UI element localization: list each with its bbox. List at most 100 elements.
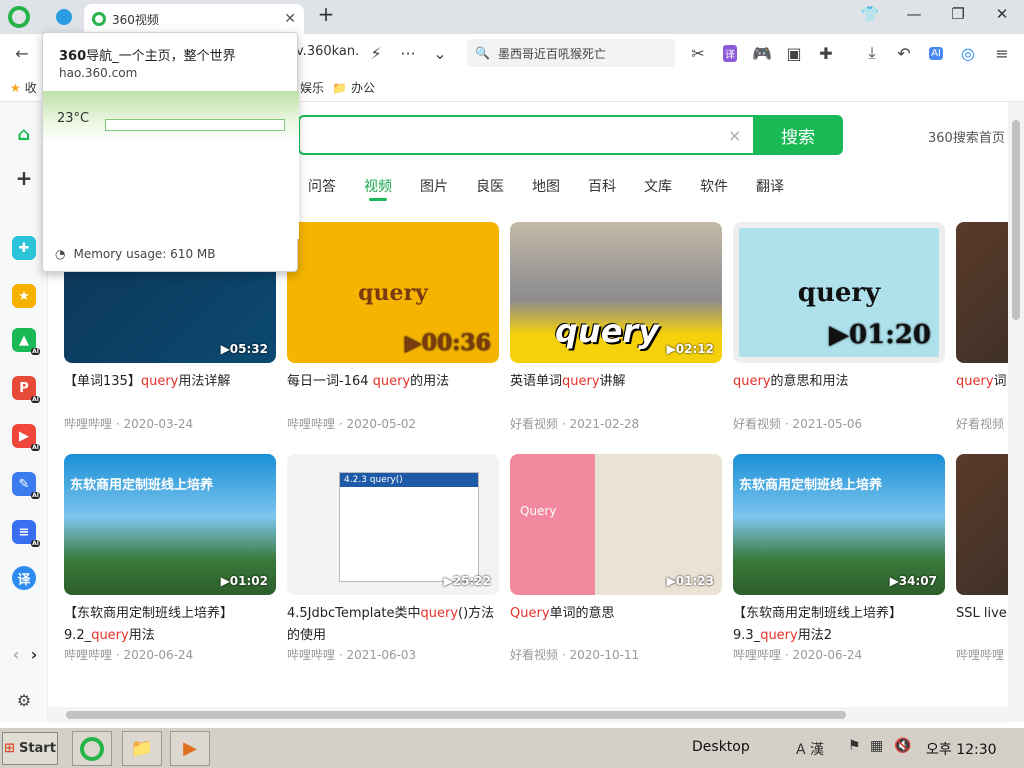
home-icon[interactable]: ⌂ xyxy=(12,122,36,146)
write-ai-icon[interactable]: ✎ AI xyxy=(12,472,40,499)
translate-sidebar-icon[interactable]: 译 xyxy=(12,566,36,590)
new-tab-button[interactable]: + xyxy=(312,2,340,26)
tab-map[interactable]: 地图 xyxy=(532,176,560,196)
sync-icon[interactable]: ◎ xyxy=(956,41,980,65)
video-card[interactable]: query ▶02:12 英语单词query讲解 xyxy=(510,222,722,393)
settings-icon[interactable]: ⚙ xyxy=(12,688,36,712)
video-card[interactable]: 4.2.3 query() ▶25:22 4.5JdbcTemplate类中qu… xyxy=(287,454,499,647)
video-thumbnail[interactable] xyxy=(956,222,1008,363)
translate-icon[interactable]: 译 xyxy=(718,41,742,65)
video-title[interactable]: 4.5JdbcTemplate类中query()方法的使用 xyxy=(287,603,499,647)
telegram-icon[interactable] xyxy=(56,9,72,25)
lightning-icon[interactable]: ⚡ xyxy=(364,41,388,65)
bookmark-entertainment[interactable]: 娱乐 xyxy=(300,79,324,96)
ime-indicator[interactable]: A 漢 xyxy=(796,739,824,759)
video-card[interactable]: query ▶00:36 每日一词-164 query的用法 xyxy=(287,222,499,393)
search-home-link[interactable]: 360搜索首页 xyxy=(928,127,1005,146)
close-window-button[interactable]: ✕ xyxy=(988,5,1016,27)
bookmark-favorites[interactable]: ★ 收 xyxy=(10,79,37,96)
chevron-down-icon[interactable]: ⌄ xyxy=(428,41,452,65)
restore-button[interactable]: ❐ xyxy=(944,5,972,27)
tab-software[interactable]: 软件 xyxy=(700,176,728,196)
ai-icon[interactable]: AI xyxy=(924,41,948,65)
video-title[interactable]: 【东软商用定制班线上培养】 9.2_query用法 xyxy=(64,603,276,647)
video-duration: ▶01:02 xyxy=(220,574,268,588)
tab-360-video[interactable]: 360视频 ✕ xyxy=(84,4,304,34)
bookmark-office[interactable]: 📁 办公 xyxy=(332,79,375,96)
vertical-scrollbar[interactable] xyxy=(1008,102,1024,722)
more-icon[interactable]: ··· xyxy=(396,41,420,65)
video-card[interactable]: Query ▶01:23 Query单词的意思 xyxy=(510,454,722,625)
minimize-button[interactable]: — xyxy=(900,5,928,27)
video-thumbnail[interactable]: 东软商用定制班线上培养 ▶34:07 xyxy=(733,454,945,595)
video-ai-icon[interactable]: ▶ AI xyxy=(12,424,40,451)
image-ai-icon[interactable]: ▲ AI xyxy=(12,328,40,355)
video-card[interactable]: 东软商用定制班线上培养 ▶01:02 【东软商用定制班线上培养】 9.2_quer… xyxy=(64,454,276,647)
favorites-star-icon[interactable]: ★ xyxy=(12,284,36,308)
health-icon[interactable]: ✚ xyxy=(12,236,36,260)
tab-doctor[interactable]: 良医 xyxy=(476,176,504,196)
extensions-icon[interactable]: ✚ xyxy=(814,41,838,65)
tab-close-icon[interactable]: ✕ xyxy=(284,11,296,27)
start-button[interactable]: ⊞ Start xyxy=(2,732,58,765)
doc-ai-icon[interactable]: ≡ AI xyxy=(12,520,40,547)
search-button[interactable]: 搜索 xyxy=(753,115,843,155)
taskbar-media[interactable]: ▶ xyxy=(170,731,210,766)
video-meta: 好看视频 xyxy=(956,417,1005,431)
video-title[interactable]: SSL live xyxy=(956,603,1008,625)
clear-icon[interactable]: × xyxy=(728,126,741,145)
video-title[interactable]: 【东软商用定制班线上培养】 9.3_query用法2 xyxy=(733,603,945,647)
video-title[interactable]: 英语单词query讲解 xyxy=(510,371,722,393)
video-thumbnail[interactable]: Query ▶01:23 xyxy=(510,454,722,595)
add-icon[interactable]: + xyxy=(12,166,36,190)
video-thumbnail[interactable]: query ▶00:36 xyxy=(287,222,499,363)
game-icon[interactable]: 🎮 xyxy=(750,41,774,65)
pocket-icon[interactable]: ▣ xyxy=(782,41,806,65)
taskbar-explorer[interactable]: 📁 xyxy=(122,731,162,766)
video-title[interactable]: 每日一词-164 query的用法 xyxy=(287,371,499,393)
taskbar-browser[interactable] xyxy=(72,731,112,766)
tab-translate[interactable]: 翻译 xyxy=(756,176,784,196)
video-card[interactable]: 东软商用定制班线上培养 ▶34:07 【东软商用定制班线上培养】 9.3_quer… xyxy=(733,454,945,647)
scissors-icon[interactable]: ✂ xyxy=(686,41,710,65)
video-title[interactable]: 【单词135】query用法详解 xyxy=(64,371,276,393)
video-title[interactable]: query的意思和用法 xyxy=(733,371,945,393)
video-title[interactable]: Query单词的意思 xyxy=(510,603,722,625)
scrollbar-thumb[interactable] xyxy=(66,711,846,719)
desktop-toolbar-label[interactable]: Desktop xyxy=(692,739,750,755)
menu-icon[interactable]: ≡ xyxy=(990,41,1014,65)
pdf-ai-icon[interactable]: P AI xyxy=(12,376,40,403)
tab-qa[interactable]: 问答 xyxy=(308,176,336,196)
volume-muted-icon[interactable]: 🔇 xyxy=(894,738,911,754)
tab-video[interactable]: 视频 xyxy=(364,176,392,196)
folder-icon: 📁 xyxy=(332,80,347,95)
video-card[interactable]: query词... xyxy=(956,222,1008,393)
search-input[interactable]: 🔍 墨西哥近百吼猴死亡 xyxy=(467,39,675,67)
address-bar-text[interactable]: v.360kan. xyxy=(296,44,359,59)
browser-logo-icon[interactable] xyxy=(8,6,30,28)
clock[interactable]: 오후 12:30 xyxy=(926,739,997,759)
tab-baike[interactable]: 百科 xyxy=(588,176,616,196)
undo-icon[interactable]: ↶ xyxy=(892,41,916,65)
video-thumbnail[interactable]: 4.2.3 query() ▶25:22 xyxy=(287,454,499,595)
video-thumbnail[interactable]: query ▶02:12 xyxy=(510,222,722,363)
video-duration: ▶05:32 xyxy=(220,342,268,356)
flag-icon[interactable]: ⚑ xyxy=(848,738,861,754)
video-title[interactable]: query词... xyxy=(956,371,1008,393)
network-icon[interactable]: ▦ xyxy=(870,738,883,754)
horizontal-scrollbar[interactable] xyxy=(48,707,1008,723)
download-icon[interactable]: ⤓ xyxy=(860,41,884,65)
tab-wenku[interactable]: 文库 xyxy=(644,176,672,196)
video-duration: ▶00:36 xyxy=(404,330,491,356)
video-card[interactable]: SSL live xyxy=(956,454,1008,625)
back-button[interactable]: ← xyxy=(10,41,34,65)
video-thumbnail[interactable] xyxy=(956,454,1008,595)
shirt-icon[interactable]: 👕 xyxy=(856,5,884,27)
tab-images[interactable]: 图片 xyxy=(420,176,448,196)
video-card[interactable]: query ▶01:20 query的意思和用法 xyxy=(733,222,945,393)
chevron-right-icon[interactable]: › xyxy=(22,642,46,666)
scrollbar-thumb[interactable] xyxy=(1012,120,1020,320)
video-thumbnail[interactable]: query ▶01:20 xyxy=(733,222,945,363)
video-thumbnail[interactable]: 东软商用定制班线上培养 ▶01:02 xyxy=(64,454,276,595)
query-input[interactable] xyxy=(298,115,753,155)
